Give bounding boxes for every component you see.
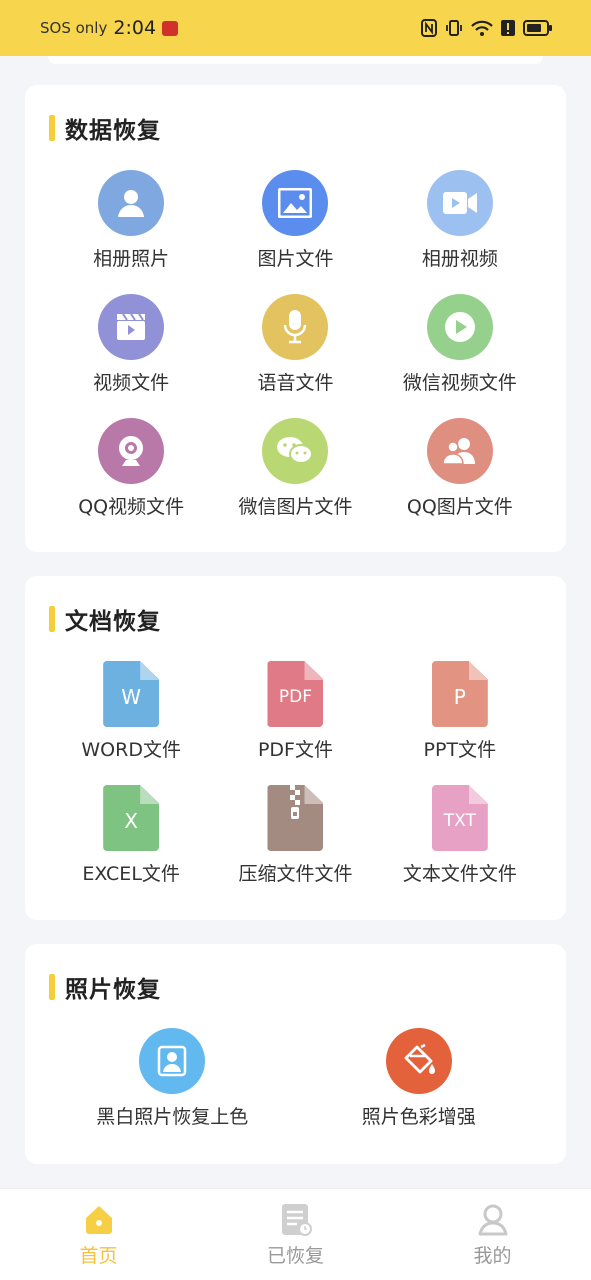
paint-bucket-icon <box>385 1028 452 1094</box>
document-clock-icon <box>281 1204 312 1236</box>
item-label: 视频文件 <box>93 372 170 394</box>
portrait-icon <box>139 1028 206 1094</box>
item-label: QQ视频文件 <box>78 496 185 518</box>
wifi-icon <box>471 20 493 36</box>
item-label: 黑白照片恢复上色 <box>96 1106 249 1128</box>
doc-recovery-card: 文档恢复 W WORD文件 PDF PDF文件 P PPT文件 X EXCEL文… <box>25 576 566 920</box>
txt-file-icon: TXT <box>431 785 488 851</box>
item-qq-image-files[interactable]: QQ图片文件 <box>378 418 542 542</box>
title-accent-bar <box>49 974 55 1000</box>
bottom-tab-bar: 首页 已恢复 我的 <box>0 1188 591 1280</box>
previous-card-edge <box>48 56 543 64</box>
item-label: 微信图片文件 <box>238 496 353 518</box>
item-label: PPT文件 <box>423 739 497 761</box>
item-ppt-files[interactable]: P PPT文件 <box>378 661 542 785</box>
item-zip-files[interactable]: 压缩文件文件 <box>213 785 377 909</box>
vibrate-icon <box>446 20 462 36</box>
photo-recovery-card: 照片恢复 黑白照片恢复上色 照片色彩增强 <box>25 944 566 1164</box>
pdf-file-icon: PDF <box>267 661 324 727</box>
item-label: 图片文件 <box>257 248 334 270</box>
item-album-videos[interactable]: 相册视频 <box>378 170 542 294</box>
item-label: 相册视频 <box>421 248 498 270</box>
wechat-icon <box>262 418 329 484</box>
webcam-icon <box>98 418 165 484</box>
item-photo-color-enhance[interactable]: 照片色彩增强 <box>296 1028 543 1129</box>
status-left: SOS only 2:04 <box>40 17 179 39</box>
item-label: 相册照片 <box>93 248 170 270</box>
item-voice-files[interactable]: 语音文件 <box>213 294 377 418</box>
doc-badge: P <box>453 685 466 709</box>
excel-file-icon: X <box>103 785 160 851</box>
notification-app-icon <box>162 20 179 36</box>
user-icon <box>98 170 165 236</box>
doc-badge: PDF <box>278 687 313 707</box>
data-recovery-title: 数据恢复 <box>65 118 161 144</box>
item-label: 文本文件文件 <box>402 863 517 885</box>
title-accent-bar <box>49 115 55 141</box>
tab-label: 已恢复 <box>266 1245 324 1267</box>
status-icons <box>421 19 553 37</box>
item-colorize-bw-photo[interactable]: 黑白照片恢复上色 <box>49 1028 296 1129</box>
image-icon <box>262 170 329 236</box>
item-label: 照片色彩增强 <box>361 1106 476 1128</box>
item-label: QQ图片文件 <box>406 496 513 518</box>
item-album-photos[interactable]: 相册照片 <box>49 170 213 294</box>
clapper-icon <box>98 294 165 360</box>
microphone-icon <box>262 294 329 360</box>
item-wechat-video-files[interactable]: 微信视频文件 <box>378 294 542 418</box>
tab-home[interactable]: 首页 <box>39 1203 159 1268</box>
doc-recovery-grid: W WORD文件 PDF PDF文件 P PPT文件 X EXCEL文件 压缩文… <box>49 661 542 909</box>
section-title: 数据恢复 <box>49 111 161 145</box>
doc-badge: X <box>124 809 138 833</box>
photo-recovery-title: 照片恢复 <box>65 977 161 1003</box>
item-qq-video-files[interactable]: QQ视频文件 <box>49 418 213 542</box>
item-video-files[interactable]: 视频文件 <box>49 294 213 418</box>
ppt-file-icon: P <box>431 661 488 727</box>
photo-recovery-grid: 黑白照片恢复上色 照片色彩增强 <box>49 1028 542 1129</box>
item-label: EXCEL文件 <box>82 863 180 885</box>
item-label: WORD文件 <box>81 739 181 761</box>
item-txt-files[interactable]: TXT 文本文件文件 <box>378 785 542 909</box>
tab-mine[interactable]: 我的 <box>433 1203 553 1268</box>
battery-icon <box>523 20 552 36</box>
video-camera-icon <box>426 170 493 236</box>
item-image-files[interactable]: 图片文件 <box>213 170 377 294</box>
tab-recovered[interactable]: 已恢复 <box>236 1203 356 1268</box>
data-recovery-grid: 相册照片 图片文件 相册视频 视频文件 语音文件 微信视频文件 QQ视频文件 微… <box>49 170 542 542</box>
item-pdf-files[interactable]: PDF PDF文件 <box>213 661 377 785</box>
section-title: 照片恢复 <box>49 970 161 1004</box>
item-label: 语音文件 <box>257 372 334 394</box>
title-accent-bar <box>49 606 55 632</box>
doc-badge: TXT <box>443 811 476 831</box>
home-icon <box>85 1206 112 1234</box>
section-title: 文档恢复 <box>49 602 161 636</box>
nfc-icon <box>421 19 437 37</box>
doc-badge: W <box>121 685 142 709</box>
item-word-files[interactable]: W WORD文件 <box>49 661 213 785</box>
profile-icon <box>478 1204 507 1236</box>
data-recovery-card: 数据恢复 相册照片 图片文件 相册视频 视频文件 语音文件 微信视频文件 QQ视… <box>25 85 566 552</box>
home-content[interactable]: 数据恢复 相册照片 图片文件 相册视频 视频文件 语音文件 微信视频文件 QQ视… <box>0 56 591 1188</box>
item-label: 压缩文件文件 <box>238 863 353 885</box>
word-file-icon: W <box>103 661 160 727</box>
item-label: PDF文件 <box>257 739 333 761</box>
item-wechat-image-files[interactable]: 微信图片文件 <box>213 418 377 542</box>
doc-recovery-title: 文档恢复 <box>65 609 161 635</box>
tab-label: 首页 <box>79 1245 118 1267</box>
play-icon <box>426 294 493 360</box>
item-excel-files[interactable]: X EXCEL文件 <box>49 785 213 909</box>
tab-label: 我的 <box>473 1245 512 1267</box>
carrier-text: SOS only <box>40 19 108 37</box>
group-icon <box>426 418 493 484</box>
zip-file-icon <box>267 785 324 851</box>
status-bar: SOS only 2:04 <box>0 0 591 56</box>
clock: 2:04 <box>113 17 157 39</box>
item-label: 微信视频文件 <box>402 372 517 394</box>
alert-icon <box>501 20 515 36</box>
